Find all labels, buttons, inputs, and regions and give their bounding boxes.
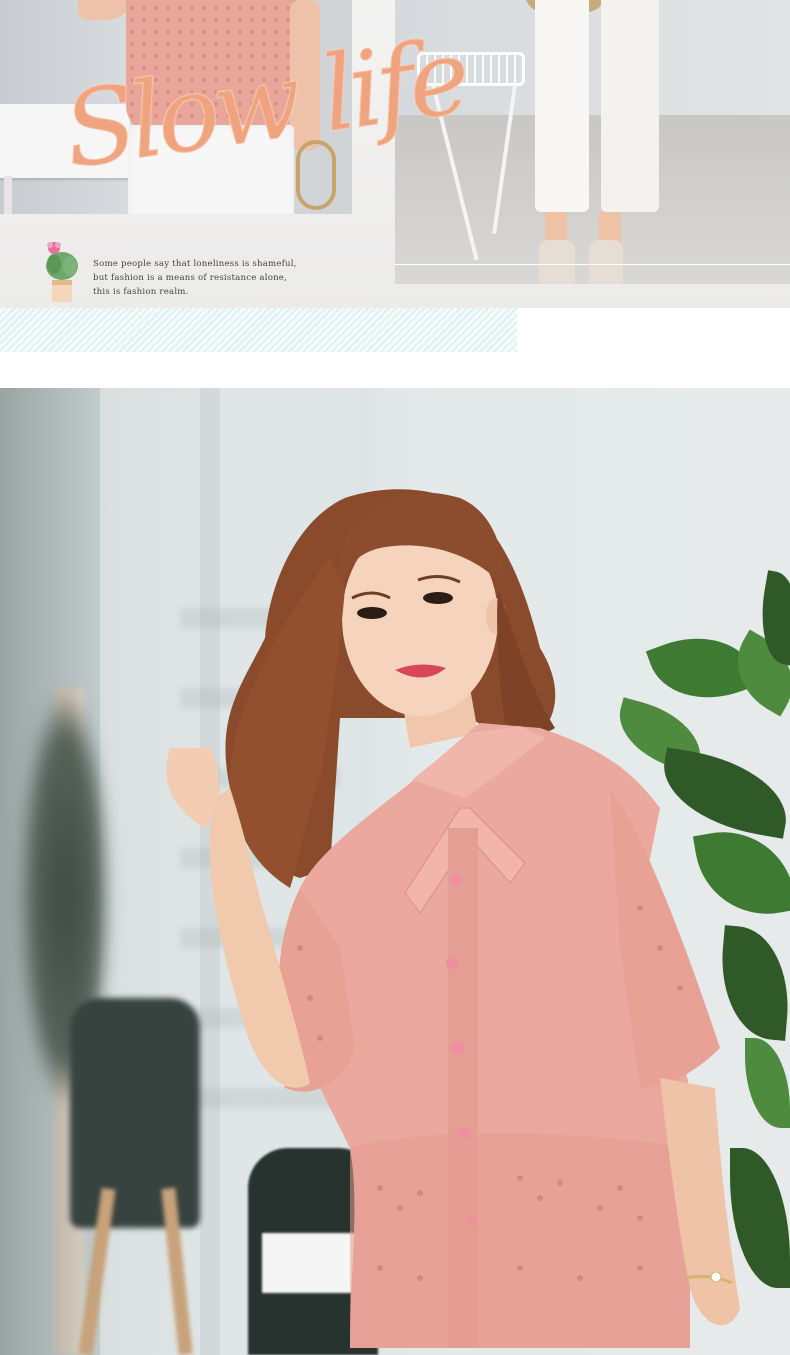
shoe-right (589, 240, 623, 284)
model-photo (0, 388, 790, 1355)
quote-text: Some people say that loneliness is shame… (93, 257, 323, 299)
white-trousers-left (535, 0, 589, 212)
cactus-icon (46, 242, 78, 302)
shoe-left (539, 240, 575, 284)
white-trousers-right (601, 0, 659, 212)
quote-line: Some people say that loneliness is shame… (93, 259, 297, 269)
model-figure (166, 489, 740, 1348)
quote-line: but fashion is a means of resistance alo… (93, 273, 288, 283)
top-banner: Slow life Some people say that lonelines… (0, 0, 790, 360)
quote-line: this is fashion realm. (93, 287, 189, 297)
